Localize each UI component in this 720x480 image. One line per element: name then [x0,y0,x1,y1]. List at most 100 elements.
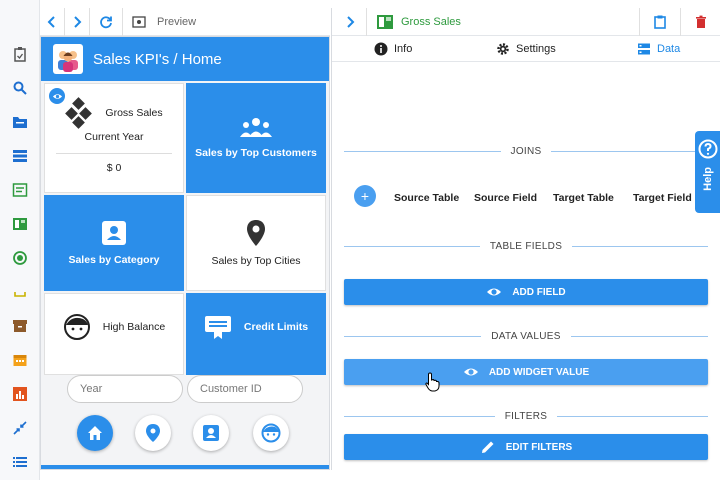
chevron-right-icon [74,15,82,28]
clipboard-icon[interactable] [8,42,32,66]
chevron-right-icon [347,15,355,28]
sales-by-category-tile[interactable]: Sales by Category [44,195,184,291]
bracket-icon[interactable] [8,280,32,304]
panel-tabs: Info Settings Data [332,36,720,62]
badge-card-icon [204,316,231,339]
filters-section-header: FILTERS [344,409,709,423]
expand-panel-button[interactable] [338,10,362,34]
app-title: Sales KPI's / Home [93,50,222,68]
credit-limits-tile[interactable]: Credit Limits [186,293,326,375]
list-icon[interactable] [8,450,32,474]
edit-filters-label: EDIT FILTERS [505,441,573,453]
form-icon[interactable] [8,178,32,202]
clipboard-icon [654,15,666,29]
contact-card-icon [203,425,219,441]
table-fields-section-header: TABLE FIELDS [344,239,709,253]
location-pin-icon [146,424,160,442]
face-icon [63,314,90,340]
data-values-section-header: DATA VALUES [344,329,708,343]
dashboard-icon[interactable] [8,212,32,236]
year-filter-input[interactable]: Year [67,375,183,403]
pencil-icon [481,441,494,453]
sales-by-top-cities-tile[interactable]: Sales by Top Cities [186,195,326,291]
preview-app: Sales KPI's / Home Gross Sales Current Y… [40,36,330,470]
tab-data[interactable]: Data [637,36,680,62]
data-values-title: DATA VALUES [491,330,561,342]
location-nav-button[interactable] [135,415,171,451]
calendar-icon[interactable] [8,348,32,372]
plus-icon: + [360,188,370,204]
eye-icon [487,288,502,296]
sales-by-category-label: Sales by Category [68,254,160,266]
contact-card-icon [102,221,126,245]
left-icon-rail [0,0,40,480]
add-join-button[interactable]: + [354,185,376,207]
radio-icon[interactable] [8,246,32,270]
tab-info-label: Info [394,43,413,55]
folder-icon[interactable] [8,110,32,134]
joins-column-source-field: Source Field [474,192,538,204]
joins-column-target-field: Target Field [633,192,692,204]
preview-icon [132,15,146,28]
collapse-icon[interactable] [8,416,32,440]
toolbar-divider [366,7,367,36]
chevron-left-icon [47,15,55,28]
joins-column-source-table: Source Table [394,192,460,204]
sales-by-top-customers-label: Sales by Top Customers [195,147,317,159]
widget-name: Gross Sales [401,15,461,28]
customer-id-filter-input[interactable]: Customer ID [187,375,303,403]
refresh-icon [100,15,112,28]
search-icon[interactable] [8,76,32,100]
filters-title: FILTERS [504,410,548,422]
add-widget-value-label: ADD WIDGET VALUE [488,366,590,378]
help-icon [698,139,717,159]
forward-button[interactable] [65,10,89,34]
contact-nav-button[interactable] [193,415,229,451]
table-icon[interactable] [8,144,32,168]
face-nav-button[interactable] [253,415,289,451]
high-balance-tile[interactable]: High Balance [44,293,184,375]
trash-icon [696,15,706,28]
chart-icon[interactable] [8,382,32,406]
refresh-button[interactable] [94,10,118,34]
add-field-label: ADD FIELD [512,286,566,298]
help-tab[interactable]: Help [695,131,720,213]
tile-divider [56,152,172,154]
preview-toolbar: Preview [40,7,330,36]
gross-sales-tile[interactable]: Gross Sales Current Year $ 0 [44,83,184,193]
hand-cursor-icon [425,372,440,392]
toolbar-divider [122,7,123,36]
tab-settings[interactable]: Settings [496,36,556,62]
gear-icon [497,43,509,55]
eye-icon [463,368,478,376]
app-root: Preview Sales KPI's / Home Gross Sales C… [0,0,720,480]
delete-button[interactable] [681,10,720,34]
home-nav-button[interactable] [77,415,113,451]
app-header: Sales KPI's / Home [41,37,329,81]
tab-settings-label: Settings [516,43,556,55]
add-field-button[interactable]: ADD FIELD [344,279,708,305]
eye-badge-icon[interactable] [49,88,65,104]
archive-icon[interactable] [8,314,32,338]
help-label: Help [701,167,714,191]
gross-sales-title: Gross Sales [105,106,163,119]
joins-section-header: JOINS [344,144,709,158]
edit-filters-button[interactable]: EDIT FILTERS [344,434,708,460]
group-icon [240,118,272,137]
gross-sales-value: $ 0 [106,161,122,174]
back-button[interactable] [40,10,64,34]
joins-column-target-table: Target Table [553,192,614,204]
app-bottom-bar [41,465,329,469]
add-widget-value-button[interactable]: ADD WIDGET VALUE [344,359,708,385]
high-balance-label: High Balance [102,321,166,333]
diamond-logo-icon [65,96,93,129]
sales-by-top-cities-label: Sales by Top Cities [211,255,301,267]
tab-info[interactable]: Info [374,36,412,62]
home-icon [88,426,102,440]
data-icon [638,43,650,55]
sales-by-top-customers-tile[interactable]: Sales by Top Customers [186,83,326,193]
location-pin-icon [247,220,265,246]
credit-limits-label: Credit Limits [243,321,309,333]
preview-toggle-button[interactable] [127,10,151,34]
clipboard-button[interactable] [640,10,680,34]
